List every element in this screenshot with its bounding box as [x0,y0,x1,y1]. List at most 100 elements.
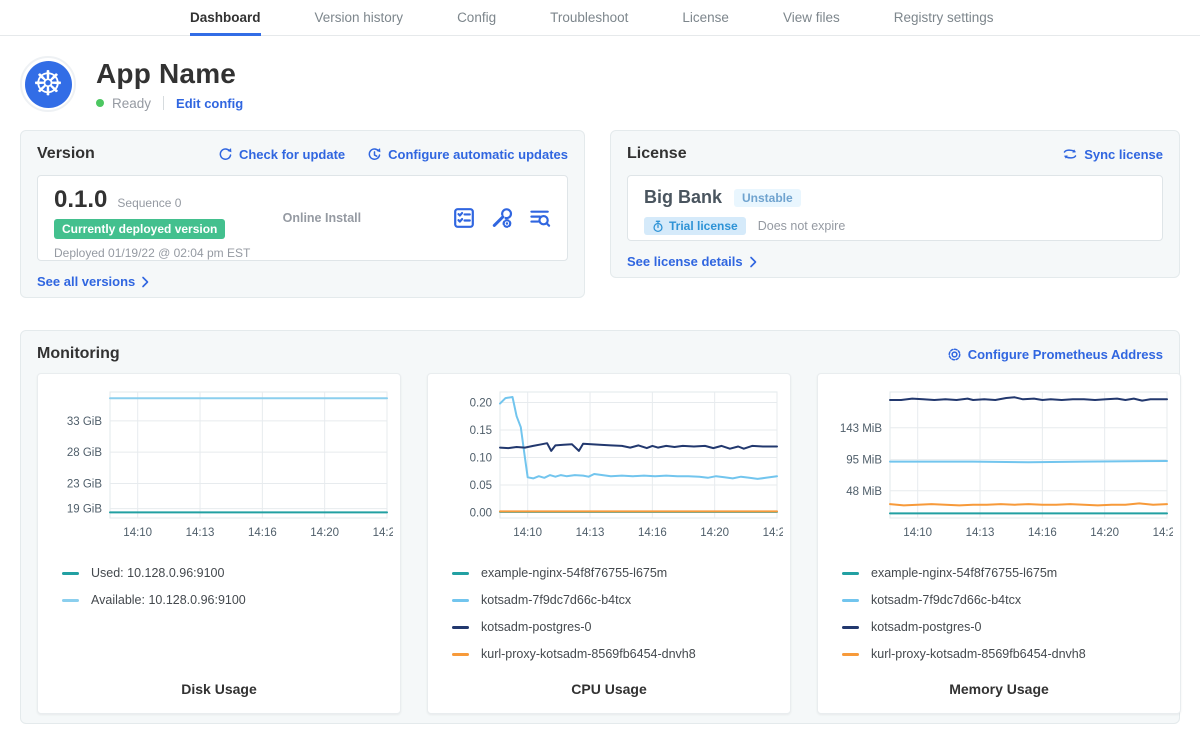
license-panel: Big Bank Unstable Trial license Does not… [627,175,1163,241]
svg-text:14:23: 14:23 [1153,527,1173,539]
tab-version-history[interactable]: Version history [315,0,404,36]
config-wrench-icon[interactable] [491,207,513,229]
legend-swatch [842,599,859,602]
memory-usage-chart: 14:1014:1314:1614:2014:23143 MiB95 MiB48… [826,384,1173,552]
edit-config-link[interactable]: Edit config [176,96,243,111]
legend-item: Available: 10.128.0.96:9100 [62,593,392,607]
chart-title-memory: Memory Usage [826,681,1172,697]
chart-card-memory: 14:1014:1314:1614:2014:23143 MiB95 MiB48… [817,373,1181,714]
configure-automatic-updates-link[interactable]: Configure automatic updates [367,147,568,162]
disk-usage-legend: Used: 10.128.0.96:9100 Available: 10.128.… [46,566,392,607]
view-logs-icon[interactable] [529,207,551,229]
channel-badge: Unstable [734,189,801,207]
svg-text:14:20: 14:20 [700,527,729,539]
chart-card-disk: 14:1014:1314:1614:2014:2333 GiB28 GiB23 … [37,373,401,714]
svg-text:0.10: 0.10 [470,452,492,464]
chart-card-cpu: 14:10 14:13 14:16 14:20 14:23 0.20 0.15 0.10 0.0… [427,373,791,714]
legend-label: kurl-proxy-kotsadm-8569fb6454-dnvh8 [871,647,1086,661]
tab-view-files[interactable]: View files [783,0,840,36]
app-header: ☸ App Name Ready Edit config [20,56,1180,112]
legend-swatch [62,599,79,602]
legend-item: kurl-proxy-kotsadm-8569fb6454-dnvh8 [452,647,782,661]
see-license-details-link[interactable]: See license details [627,254,758,269]
chevron-right-icon [141,276,150,288]
license-card: License Sync license Big Bank Unstable [610,130,1180,278]
svg-text:14:13: 14:13 [186,527,215,539]
trial-license-badge: Trial license [644,217,746,235]
legend-label: kotsadm-7f9dc7d66c-b4tcx [481,593,631,607]
legend-label: kurl-proxy-kotsadm-8569fb6454-dnvh8 [481,647,696,661]
legend-item: kurl-proxy-kotsadm-8569fb6454-dnvh8 [842,647,1172,661]
page-title: App Name [96,58,243,90]
tab-registry-settings[interactable]: Registry settings [894,0,994,36]
cpu-usage-legend: example-nginx-54f8f76755-l675mkotsadm-7f… [436,566,782,661]
legend-item: kotsadm-postgres-0 [452,620,782,634]
version-section-title: Version [37,145,95,163]
sync-license-link[interactable]: Sync license [1062,147,1163,162]
legend-item: example-nginx-54f8f76755-l675m [842,566,1172,580]
top-nav: Dashboard Version history Config Trouble… [0,0,1200,36]
license-customer-name: Big Bank [644,187,722,208]
svg-text:14:23: 14:23 [373,527,393,539]
disk-usage-chart: 14:1014:1314:1614:2014:2333 GiB28 GiB23 … [46,384,393,552]
check-for-update-link[interactable]: Check for update [218,147,345,162]
svg-text:14:10: 14:10 [903,527,932,539]
app-status: Ready [112,96,151,111]
tab-license[interactable]: License [682,0,729,36]
version-number: 0.1.0 [54,186,107,214]
svg-text:33 GiB: 33 GiB [67,416,102,428]
legend-swatch [842,653,859,656]
legend-item: kotsadm-7f9dc7d66c-b4tcx [842,593,1172,607]
kubernetes-wheel-icon: ☸ [25,61,72,108]
svg-text:14:23: 14:23 [763,527,783,539]
legend-label: Available: 10.128.0.96:9100 [91,593,246,607]
configure-prometheus-link[interactable]: Configure Prometheus Address [947,347,1163,362]
svg-text:0.15: 0.15 [470,425,492,437]
svg-text:14:20: 14:20 [310,527,339,539]
schedule-icon [367,147,382,162]
legend-swatch [452,626,469,629]
svg-text:0.00: 0.00 [470,507,492,519]
app-logo: ☸ [20,56,76,112]
gear-icon [947,347,962,362]
svg-text:14:10: 14:10 [123,527,152,539]
monitoring-section-title: Monitoring [37,345,120,363]
license-expiry: Does not expire [758,219,846,233]
release-notes-icon[interactable] [453,207,475,229]
deployed-badge: Currently deployed version [54,219,225,239]
tab-bar: Dashboard Version history Config Trouble… [0,0,1200,36]
legend-label: kotsadm-postgres-0 [871,620,981,634]
install-type: Online Install [283,186,453,250]
legend-swatch [62,572,79,575]
svg-text:14:20: 14:20 [1090,527,1119,539]
svg-text:14:16: 14:16 [638,527,667,539]
chevron-right-icon [749,256,758,268]
legend-item: kotsadm-postgres-0 [842,620,1172,634]
license-section-title: License [627,145,687,163]
legend-label: example-nginx-54f8f76755-l675m [871,566,1057,580]
divider [163,96,164,110]
legend-swatch [452,653,469,656]
svg-text:14:16: 14:16 [1028,527,1057,539]
chart-title-cpu: CPU Usage [436,681,782,697]
svg-text:48 MiB: 48 MiB [846,486,882,498]
refresh-icon [218,147,233,162]
version-sequence: Sequence 0 [117,196,181,210]
svg-text:14:13: 14:13 [576,527,605,539]
svg-text:23 GiB: 23 GiB [67,479,102,491]
version-card: Version Check for update [20,130,585,298]
svg-text:0.20: 0.20 [470,397,492,409]
tab-config[interactable]: Config [457,0,496,36]
tab-dashboard[interactable]: Dashboard [190,0,261,36]
cpu-usage-chart: 14:10 14:13 14:16 14:20 14:23 0.20 0.15 0.10 0.0… [436,384,783,552]
see-all-versions-link[interactable]: See all versions [37,274,150,289]
legend-label: kotsadm-postgres-0 [481,620,591,634]
tab-troubleshoot[interactable]: Troubleshoot [550,0,628,36]
status-dot [96,99,104,107]
legend-label: Used: 10.128.0.96:9100 [91,566,224,580]
svg-text:143 MiB: 143 MiB [840,423,883,435]
memory-usage-legend: example-nginx-54f8f76755-l675m kotsadm-7f… [826,566,1172,661]
current-version-panel: 0.1.0 Sequence 0 Currently deployed vers… [37,175,568,261]
svg-text:14:10: 14:10 [513,527,542,539]
legend-swatch [452,572,469,575]
